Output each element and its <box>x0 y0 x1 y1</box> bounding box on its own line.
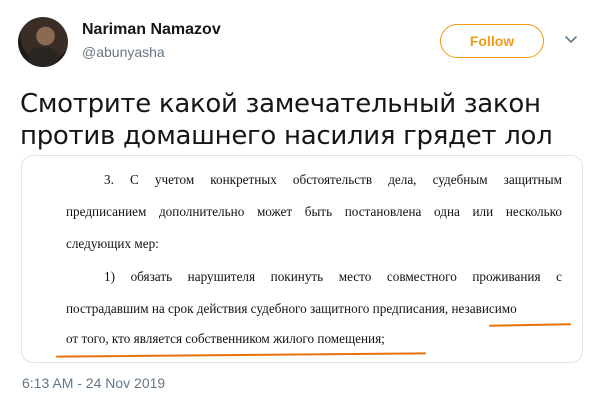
doc-line-5: пострадавшим на срок действия судебного … <box>66 301 517 316</box>
doc-word: 3. <box>104 172 114 187</box>
follow-button[interactable]: Follow <box>440 24 544 58</box>
doc-word: покинуть <box>270 269 324 284</box>
tweet-text: Смотрите какой замечательный закон проти… <box>20 89 553 151</box>
doc-word: или <box>472 204 494 219</box>
user-handle[interactable]: @abunyasha <box>82 44 165 60</box>
doc-word: С <box>129 172 139 187</box>
tweet-timestamp[interactable]: 6:13 AM - 24 Nov 2019 <box>22 375 165 391</box>
doc-word: защитным <box>503 172 562 187</box>
doc-line-2: предписанием дополнительно может быть постан… <box>66 204 562 220</box>
doc-word: предписанием <box>66 204 147 219</box>
doc-word: нарушителя <box>187 269 256 284</box>
handdrawn-underline <box>55 352 427 358</box>
doc-word: с <box>556 269 562 284</box>
doc-line-1: 3. Сучетом конкретных обстоятельств дела, суд… <box>104 172 562 188</box>
doc-word: проживания <box>472 269 541 284</box>
user-name[interactable]: Nariman Namazov <box>82 21 221 39</box>
tweet-media-image[interactable]: 3. Сучетом конкретных обстоятельств дела, суд… <box>21 155 583 363</box>
doc-word: 1) <box>104 269 115 284</box>
doc-word: обязать <box>130 269 173 284</box>
doc-word: учетом <box>154 172 195 187</box>
chevron-down-icon[interactable] <box>564 34 578 46</box>
doc-word: судебным <box>432 172 488 187</box>
document-scan: 3. Сучетом конкретных обстоятельств дела, суд… <box>22 156 582 362</box>
doc-word: дела, <box>388 172 417 187</box>
avatar[interactable] <box>18 17 68 67</box>
doc-word: несколько <box>505 204 562 219</box>
doc-word: постановлена <box>344 204 422 219</box>
doc-line-6: от того, кто является собственником жило… <box>66 331 385 346</box>
doc-word: конкретных <box>210 172 277 187</box>
handdrawn-underline <box>488 323 572 327</box>
doc-word: совместного <box>386 269 457 284</box>
doc-line-3: следующих мер: <box>66 236 159 251</box>
doc-word: одна <box>434 204 460 219</box>
doc-word: место <box>338 269 372 284</box>
doc-word: быть <box>304 204 333 219</box>
doc-word: дополнительно <box>158 204 245 219</box>
doc-line-4: 1) обязать нарушителя покинуть место совместн… <box>104 269 562 285</box>
doc-word: может <box>256 204 293 219</box>
doc-word: обстоятельств <box>292 172 373 187</box>
